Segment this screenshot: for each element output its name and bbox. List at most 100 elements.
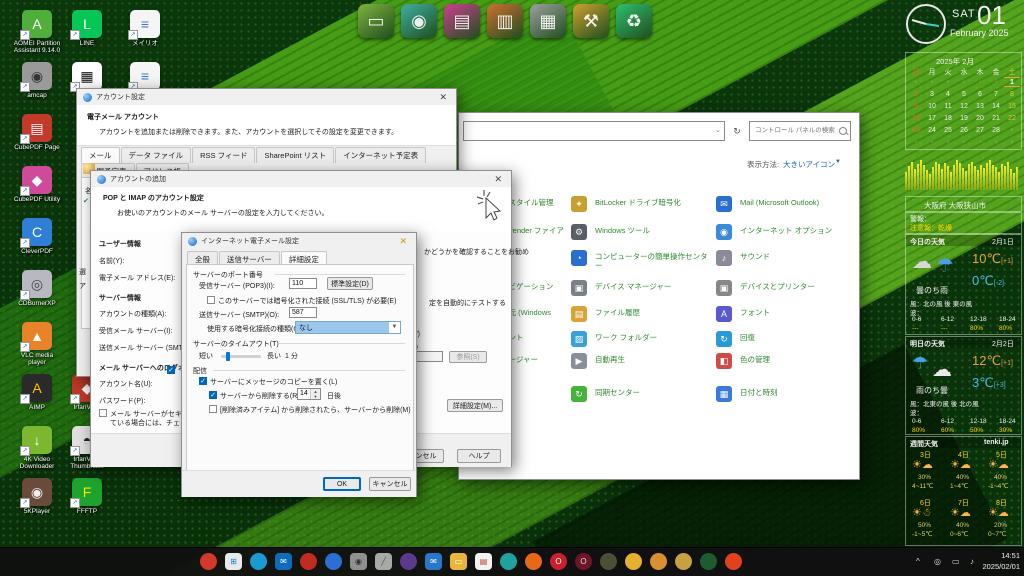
desktop-icon-5kplayer[interactable]: ◉↗5KPlayer bbox=[12, 478, 62, 515]
taskbar-app-cutter-app[interactable]: ╱ bbox=[375, 553, 392, 570]
item-icon[interactable]: ↻ bbox=[716, 331, 732, 347]
cp-item-item[interactable]: フォント bbox=[740, 309, 770, 318]
windows-icon[interactable]: ⚙ bbox=[571, 224, 587, 240]
timeout-slider-thumb[interactable] bbox=[226, 352, 230, 361]
cp-item-mail-microsoft-outlook[interactable]: Mail (Microsoft Outlook) bbox=[740, 199, 819, 208]
van-icon[interactable]: ▭ bbox=[358, 4, 394, 38]
days-spinner[interactable]: 14 ▲▼ bbox=[297, 388, 321, 400]
taskbar-app-teal-swirl-app[interactable] bbox=[500, 553, 517, 570]
item-icon[interactable]: ▶ bbox=[571, 353, 587, 369]
taskbar-app-opera-gx[interactable]: O bbox=[575, 553, 592, 570]
tab-rss[interactable]: RSS フィード bbox=[192, 147, 255, 163]
taskbar-app-purple-app[interactable] bbox=[400, 553, 417, 570]
cp-item-item[interactable]: 色の管理 bbox=[740, 356, 770, 365]
item-icon[interactable]: ▨ bbox=[571, 331, 587, 347]
cp-item-item[interactable]: ファイル履歴 bbox=[595, 309, 640, 318]
close-icon[interactable]: ✕ bbox=[396, 236, 410, 247]
item-icon[interactable]: ◉ bbox=[716, 224, 732, 240]
tab-sharepoint[interactable]: SharePoint リスト bbox=[256, 147, 334, 163]
desktop-icon-vlc-media-player[interactable]: ▲↗VLC media player bbox=[12, 322, 62, 367]
cp-item-item[interactable]: 自動再生 bbox=[595, 356, 625, 365]
cp-item-item[interactable]: デバイスとプリンター bbox=[740, 283, 815, 292]
cp-item-item[interactable]: 回復 bbox=[740, 334, 755, 343]
taskbar-app-outlook-2[interactable]: ✉ bbox=[425, 553, 442, 570]
desktop-icon-aomei-partition-assistant-9-14-0[interactable]: A↗AOMEI Partition Assistant 9.14.0 bbox=[12, 10, 62, 55]
taskbar-app-chrome[interactable] bbox=[625, 553, 642, 570]
tools-icon[interactable]: ⚒ bbox=[573, 4, 609, 38]
item-icon[interactable]: ▦ bbox=[716, 386, 732, 402]
encryption-type-select[interactable]: なし▼ bbox=[295, 321, 401, 334]
tab-item[interactable]: データ ファイル bbox=[121, 147, 192, 163]
taskbar-app-blue-sphere-app[interactable] bbox=[325, 553, 342, 570]
item-icon[interactable]: ↻ bbox=[571, 386, 587, 402]
spa-checkbox[interactable] bbox=[99, 409, 107, 417]
close-icon[interactable]: ✕ bbox=[436, 92, 450, 103]
taskbar-app-red-swirl-app[interactable] bbox=[300, 553, 317, 570]
more-settings-button[interactable]: 詳細設定(M)... bbox=[447, 399, 503, 412]
cp-item-item[interactable]: サウンド bbox=[740, 253, 770, 262]
cp-item-item[interactable]: 同期センター bbox=[595, 389, 640, 398]
taskbar-app-sticky-notes-app[interactable]: ▤ bbox=[475, 553, 492, 570]
taskbar-app-edge[interactable] bbox=[250, 553, 267, 570]
taskbar-clock[interactable]: 14:51 2025/02/01 bbox=[982, 551, 1020, 572]
cp-item-item[interactable]: インターネット オプション bbox=[740, 227, 832, 236]
account-settings-titlebar[interactable]: アカウント設定 ✕ bbox=[77, 89, 456, 105]
search-icon[interactable] bbox=[839, 127, 847, 135]
volume-icon[interactable]: ♪ bbox=[970, 557, 974, 566]
bitlocker-icon[interactable]: ✦ bbox=[571, 196, 587, 212]
taskbar-app-file-explorer[interactable]: ▭ bbox=[450, 553, 467, 570]
default-settings-button[interactable]: 標準設定(D) bbox=[327, 277, 373, 290]
taskbar-app-chrome-dev[interactable] bbox=[675, 553, 692, 570]
ssl-checkbox[interactable] bbox=[207, 296, 215, 304]
cancel-button[interactable]: キャンセル bbox=[369, 477, 411, 491]
remove-on-delete-checkbox[interactable] bbox=[209, 405, 217, 413]
taskbar-app-chrome-canary[interactable] bbox=[600, 553, 617, 570]
desktop-icon-amcap[interactable]: ◉↗amcap bbox=[12, 62, 62, 99]
desktop-icon-line[interactable]: L↗LINE bbox=[62, 10, 112, 47]
desktop-icon-cubepdf-page[interactable]: ▤↗CubePDF Page bbox=[12, 114, 62, 151]
refresh-icon[interactable]: ↻ bbox=[729, 121, 745, 141]
browse-button[interactable]: 参照(S) bbox=[449, 351, 487, 363]
tab-item[interactable]: インターネット予定表 bbox=[335, 147, 426, 163]
address-bar[interactable]: ⌄ bbox=[463, 121, 725, 141]
network-globe-icon[interactable]: ◉ bbox=[401, 4, 437, 38]
remember-password-checkbox[interactable]: ✓ bbox=[167, 366, 175, 374]
taskbar-app-dark-green-app[interactable] bbox=[700, 553, 717, 570]
pop3-port-input[interactable]: 110 bbox=[289, 278, 317, 289]
ok-button[interactable]: OK bbox=[323, 477, 361, 491]
smtp-port-input[interactable]: 587 bbox=[289, 307, 317, 318]
desktop-icon-cubepdf-utility[interactable]: ◆↗CubePDF Utility bbox=[12, 166, 62, 203]
recycle-bin-icon[interactable]: ♻ bbox=[616, 4, 652, 38]
item-icon[interactable]: ♪ bbox=[716, 250, 732, 266]
view-mode-value[interactable]: 大きいアイコン bbox=[783, 159, 835, 170]
cp-item-item[interactable]: 日付と時刻 bbox=[740, 389, 778, 398]
spin-down-icon[interactable]: ▼ bbox=[311, 394, 320, 399]
item-icon[interactable]: ▣ bbox=[716, 280, 732, 296]
leave-copy-checkbox[interactable]: ✓ bbox=[199, 377, 207, 385]
desktop-icon-4k-video-downloader[interactable]: ↓↗4K Video Downloader bbox=[12, 426, 62, 471]
item-icon[interactable]: ◧ bbox=[716, 353, 732, 369]
display-icon[interactable]: ▭ bbox=[952, 557, 960, 566]
cp-item-bitlocker[interactable]: BitLocker ドライブ暗号化 bbox=[595, 199, 681, 208]
view-mode-chevron-icon[interactable]: ▼ bbox=[835, 159, 841, 165]
cp-item-windows[interactable]: Windows ツール bbox=[595, 227, 650, 236]
desktop-icon-ffftp[interactable]: F↗FFFTP bbox=[62, 478, 112, 515]
pictures-folder-icon[interactable]: ▤ bbox=[444, 4, 480, 38]
tray-app-icon[interactable]: ◎ bbox=[934, 557, 941, 566]
desktop-icon-cleverpdf[interactable]: C↗CleverPDF bbox=[12, 218, 62, 255]
taskbar-app-camera-app[interactable]: ◉ bbox=[350, 553, 367, 570]
item-icon[interactable]: ▣ bbox=[571, 280, 587, 296]
taskbar-app-opera[interactable]: O bbox=[550, 553, 567, 570]
tray-chevron-icon[interactable]: ^ bbox=[916, 557, 920, 566]
chevron-down-icon[interactable]: ⌄ bbox=[715, 126, 721, 134]
internet-email-titlebar[interactable]: インターネット電子メール設定 ✕ bbox=[182, 233, 416, 249]
taskbar-app-microsoft-store[interactable]: ⊞ bbox=[225, 553, 242, 570]
add-account-titlebar[interactable]: アカウントの追加 ✕ bbox=[91, 171, 511, 187]
taskbar-app-angry-birds[interactable] bbox=[200, 553, 217, 570]
desktop-icon-item[interactable]: ≡↗メイリオ bbox=[120, 10, 170, 47]
item-icon[interactable]: ▤ bbox=[571, 306, 587, 322]
cp-item-item[interactable]: デバイス マネージャー bbox=[595, 283, 671, 292]
notes-icon[interactable]: ▦ bbox=[530, 4, 566, 38]
tab-item[interactable]: メール bbox=[81, 147, 120, 163]
help-button[interactable]: ヘルプ bbox=[457, 449, 501, 463]
